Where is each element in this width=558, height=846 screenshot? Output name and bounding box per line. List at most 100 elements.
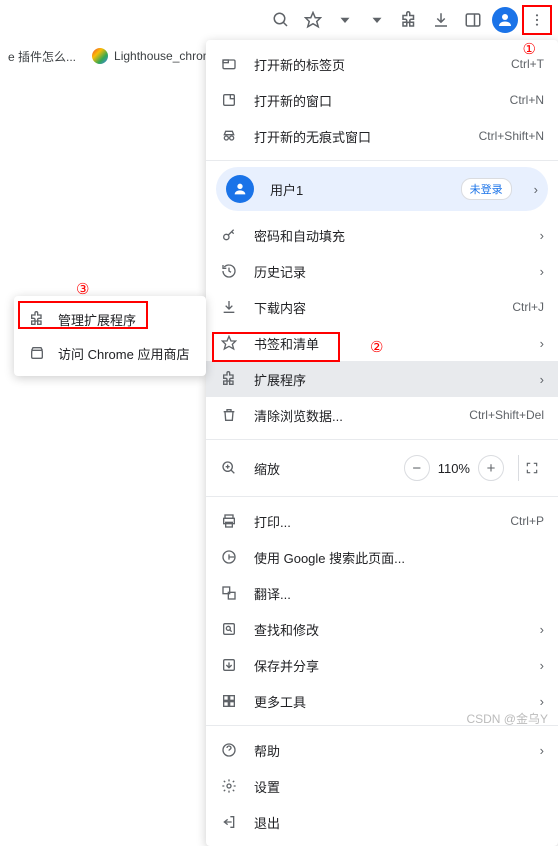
annotation-3: ③ (76, 280, 89, 299)
menu-label: 打开新的标签页 (254, 55, 495, 74)
chevron-right-icon: › (540, 372, 544, 387)
bookmark-item[interactable]: e 插件怎么... (8, 48, 76, 65)
sidepanel-icon[interactable] (458, 5, 488, 35)
menu-label: 扩展程序 (254, 370, 524, 389)
chevron-right-icon: › (540, 622, 544, 637)
menu-label: 打开新的窗口 (254, 91, 494, 110)
submenu-label: 访问 Chrome 应用商店 (58, 344, 189, 363)
menu-extensions[interactable]: 扩展程序 › (206, 361, 558, 397)
bookmark-label: e 插件怎么... (8, 48, 76, 65)
help-icon (220, 742, 238, 758)
watermark: CSDN @金乌Y (466, 710, 548, 727)
google-icon (220, 549, 238, 565)
menu-label: 翻译... (254, 584, 544, 603)
zoom-in-button[interactable]: + (478, 455, 504, 481)
chevron-right-icon: › (540, 658, 544, 673)
annotation-2: ② (370, 338, 383, 357)
menu-label: 打开新的无痕式窗口 (254, 127, 463, 146)
bookmark-label: Lighthouse_chrom (114, 49, 213, 63)
menu-user-profile[interactable]: 用户1 未登录 › (216, 167, 548, 211)
key-icon (220, 227, 238, 243)
zoom-icon (220, 460, 238, 476)
login-status-badge: 未登录 (461, 178, 512, 200)
menu-save-share[interactable]: 保存并分享 › (206, 647, 558, 683)
caret-down-icon[interactable] (362, 5, 392, 35)
caret-down-icon[interactable] (330, 5, 360, 35)
chevron-right-icon: › (540, 264, 544, 279)
bookmark-item[interactable]: Lighthouse_chrom (92, 48, 213, 64)
menu-label: 清除浏览数据... (254, 406, 453, 425)
zoom-out-button[interactable]: − (404, 455, 430, 481)
favicon-icon (92, 48, 108, 64)
shortcut: Ctrl+P (510, 514, 544, 528)
menu-label: 打印... (254, 512, 494, 531)
shortcut: Ctrl+Shift+N (479, 129, 544, 143)
chevron-right-icon: › (540, 743, 544, 758)
shortcut: Ctrl+Shift+Del (469, 408, 544, 422)
menu-label: 缩放 (254, 459, 388, 478)
user-avatar-icon (226, 175, 254, 203)
window-icon (220, 92, 238, 108)
menu-label: 退出 (254, 813, 544, 832)
trash-icon (220, 407, 238, 423)
menu-find-edit[interactable]: 查找和修改 › (206, 611, 558, 647)
shortcut: Ctrl+N (510, 93, 544, 107)
chevron-right-icon: › (540, 694, 544, 709)
star-icon[interactable] (298, 5, 328, 35)
menu-passwords[interactable]: 密码和自动填充 › (206, 217, 558, 253)
annotation-1: ① (523, 40, 536, 59)
search-icon[interactable] (266, 5, 296, 35)
chevron-right-icon: › (540, 336, 544, 351)
find-icon (220, 621, 238, 637)
menu-label: 保存并分享 (254, 656, 524, 675)
menu-label: 密码和自动填充 (254, 226, 524, 245)
menu-help[interactable]: 帮助 › (206, 732, 558, 768)
extensions-icon[interactable] (394, 5, 424, 35)
menu-clear-data[interactable]: 清除浏览数据... Ctrl+Shift+Del (206, 397, 558, 433)
shortcut: Ctrl+J (512, 300, 544, 314)
divider (206, 496, 558, 497)
history-icon (220, 263, 238, 279)
more-options-button[interactable] (522, 5, 552, 35)
menu-exit[interactable]: 退出 (206, 804, 558, 840)
menu-search-page[interactable]: 使用 Google 搜索此页面... (206, 539, 558, 575)
print-icon (220, 513, 238, 529)
download-icon (220, 299, 238, 315)
gear-icon (220, 778, 238, 794)
menu-label: 用户1 (270, 180, 445, 199)
profile-avatar[interactable] (490, 5, 520, 35)
menu-incognito[interactable]: 打开新的无痕式窗口 Ctrl+Shift+N (206, 118, 558, 154)
extensions-icon (220, 371, 238, 387)
shortcut: Ctrl+T (511, 57, 544, 71)
annotation-box-extensions (212, 332, 340, 362)
submenu-chrome-webstore[interactable]: 访问 Chrome 应用商店 (14, 336, 206, 370)
menu-translate[interactable]: 翻译... (206, 575, 558, 611)
menu-new-window[interactable]: 打开新的窗口 Ctrl+N (206, 82, 558, 118)
store-icon (28, 345, 46, 361)
fullscreen-button[interactable] (518, 455, 544, 481)
menu-new-tab[interactable]: 打开新的标签页 Ctrl+T (206, 46, 558, 82)
menu-label: 更多工具 (254, 692, 524, 711)
annotation-box-submenu (18, 301, 148, 329)
menu-history[interactable]: 历史记录 › (206, 253, 558, 289)
menu-settings[interactable]: 设置 (206, 768, 558, 804)
menu-print[interactable]: 打印... Ctrl+P (206, 503, 558, 539)
incognito-icon (220, 128, 238, 144)
download-icon[interactable] (426, 5, 456, 35)
exit-icon (220, 814, 238, 830)
chevron-right-icon: › (540, 228, 544, 243)
divider (206, 160, 558, 161)
chevron-right-icon: › (534, 182, 538, 197)
zoom-percentage: 110% (438, 461, 470, 476)
save-icon (220, 657, 238, 673)
divider (206, 439, 558, 440)
menu-label: 帮助 (254, 741, 524, 760)
tab-icon (220, 56, 238, 72)
menu-downloads[interactable]: 下载内容 Ctrl+J (206, 289, 558, 325)
browser-toolbar (0, 0, 558, 40)
tools-icon (220, 693, 238, 709)
menu-zoom: 缩放 − 110% + (206, 446, 558, 490)
menu-label: 设置 (254, 777, 544, 796)
menu-label: 查找和修改 (254, 620, 524, 639)
translate-icon (220, 585, 238, 601)
